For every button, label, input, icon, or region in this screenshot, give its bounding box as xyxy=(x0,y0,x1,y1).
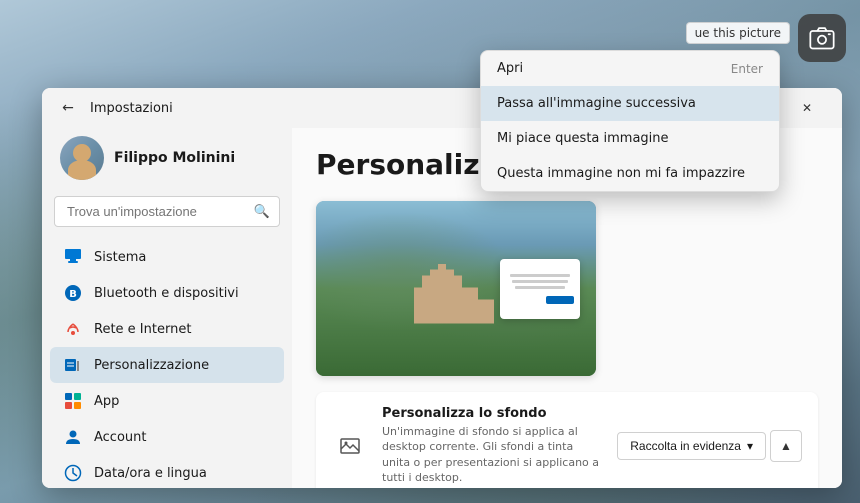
sidebar-item-rete[interactable]: Rete e Internet xyxy=(50,311,284,347)
bluetooth-icon: B xyxy=(64,284,82,302)
preview-line-2 xyxy=(512,280,568,283)
settings-card-title: Personalizza lo sfondo xyxy=(382,406,603,421)
context-menu-label-prossima: Passa all'immagine successiva xyxy=(497,96,696,111)
sidebar: Filippo Molinini 🔍 Sistema xyxy=(42,128,292,488)
preview-card-overlay xyxy=(500,259,580,319)
sidebar-item-personalizzazione[interactable]: Personalizzazione xyxy=(50,347,284,383)
personalizzazione-label: Personalizzazione xyxy=(94,358,209,373)
settings-card-control: Raccolta in evidenza ▾ ▲ xyxy=(617,430,802,462)
context-menu-item-piace[interactable]: Mi piace questa immagine xyxy=(481,121,779,156)
app-icon xyxy=(64,392,82,410)
bluetooth-label: Bluetooth e dispositivi xyxy=(94,286,239,301)
capture-icon-button[interactable] xyxy=(798,14,846,62)
search-icon: 🔍 xyxy=(254,204,270,219)
data-icon xyxy=(64,464,82,482)
context-menu: Apri Enter Passa all'immagine successiva… xyxy=(480,50,780,192)
background-settings-card: Personalizza lo sfondo Un'immagine di sf… xyxy=(316,392,818,488)
dropdown-chevron-icon: ▾ xyxy=(747,439,753,453)
preview-line-3 xyxy=(515,286,565,289)
data-label: Data/ora e lingua xyxy=(94,466,207,481)
context-menu-label-apri: Apri xyxy=(497,61,523,76)
preview-line-1 xyxy=(510,274,570,277)
avatar xyxy=(60,136,104,180)
personalizzazione-icon xyxy=(64,356,82,374)
window-title: Impostazioni xyxy=(90,101,173,116)
expand-icon: ▲ xyxy=(780,439,792,453)
sidebar-item-app[interactable]: App xyxy=(50,383,284,419)
sidebar-item-data[interactable]: Data/ora e lingua xyxy=(50,455,284,488)
rete-label: Rete e Internet xyxy=(94,322,191,337)
sidebar-item-bluetooth[interactable]: B Bluetooth e dispositivi xyxy=(50,275,284,311)
capture-tooltip: ue this picture xyxy=(686,22,790,44)
context-menu-label-piace: Mi piace questa immagine xyxy=(497,131,669,146)
search-input[interactable] xyxy=(54,196,280,227)
dropdown-label: Raccolta in evidenza xyxy=(630,439,741,453)
preview-card-button xyxy=(546,296,574,304)
app-label: App xyxy=(94,394,119,409)
sidebar-item-sistema[interactable]: Sistema xyxy=(50,239,284,275)
sidebar-item-account[interactable]: Account xyxy=(50,419,284,455)
rete-icon xyxy=(64,320,82,338)
expand-section-button[interactable]: ▲ xyxy=(770,430,802,462)
sistema-icon xyxy=(64,248,82,266)
context-menu-item-nonpiace[interactable]: Questa immagine non mi fa impazzire xyxy=(481,156,779,191)
camera-icon xyxy=(808,24,836,52)
settings-card-text: Personalizza lo sfondo Un'immagine di sf… xyxy=(382,406,603,486)
account-icon xyxy=(64,428,82,446)
back-button[interactable]: ← xyxy=(54,94,82,122)
settings-card-description: Un'immagine di sfondo si applica al desk… xyxy=(382,424,603,486)
title-bar-left: ← Impostazioni xyxy=(54,94,173,122)
context-menu-shortcut-apri: Enter xyxy=(731,62,763,76)
user-name: Filippo Molinini xyxy=(114,150,235,166)
background-icon xyxy=(332,428,368,464)
account-label: Account xyxy=(94,430,147,445)
context-menu-label-nonpiace: Questa immagine non mi fa impazzire xyxy=(497,166,745,181)
background-type-dropdown[interactable]: Raccolta in evidenza ▾ xyxy=(617,432,766,460)
close-button[interactable]: ✕ xyxy=(784,92,830,124)
sistema-label: Sistema xyxy=(94,250,146,265)
context-menu-item-apri[interactable]: Apri Enter xyxy=(481,51,779,86)
context-menu-item-prossima[interactable]: Passa all'immagine successiva xyxy=(481,86,779,121)
background-preview xyxy=(316,201,596,376)
user-profile[interactable]: Filippo Molinini xyxy=(50,128,284,196)
search-container: 🔍 xyxy=(54,196,280,227)
svg-text:B: B xyxy=(69,289,77,300)
